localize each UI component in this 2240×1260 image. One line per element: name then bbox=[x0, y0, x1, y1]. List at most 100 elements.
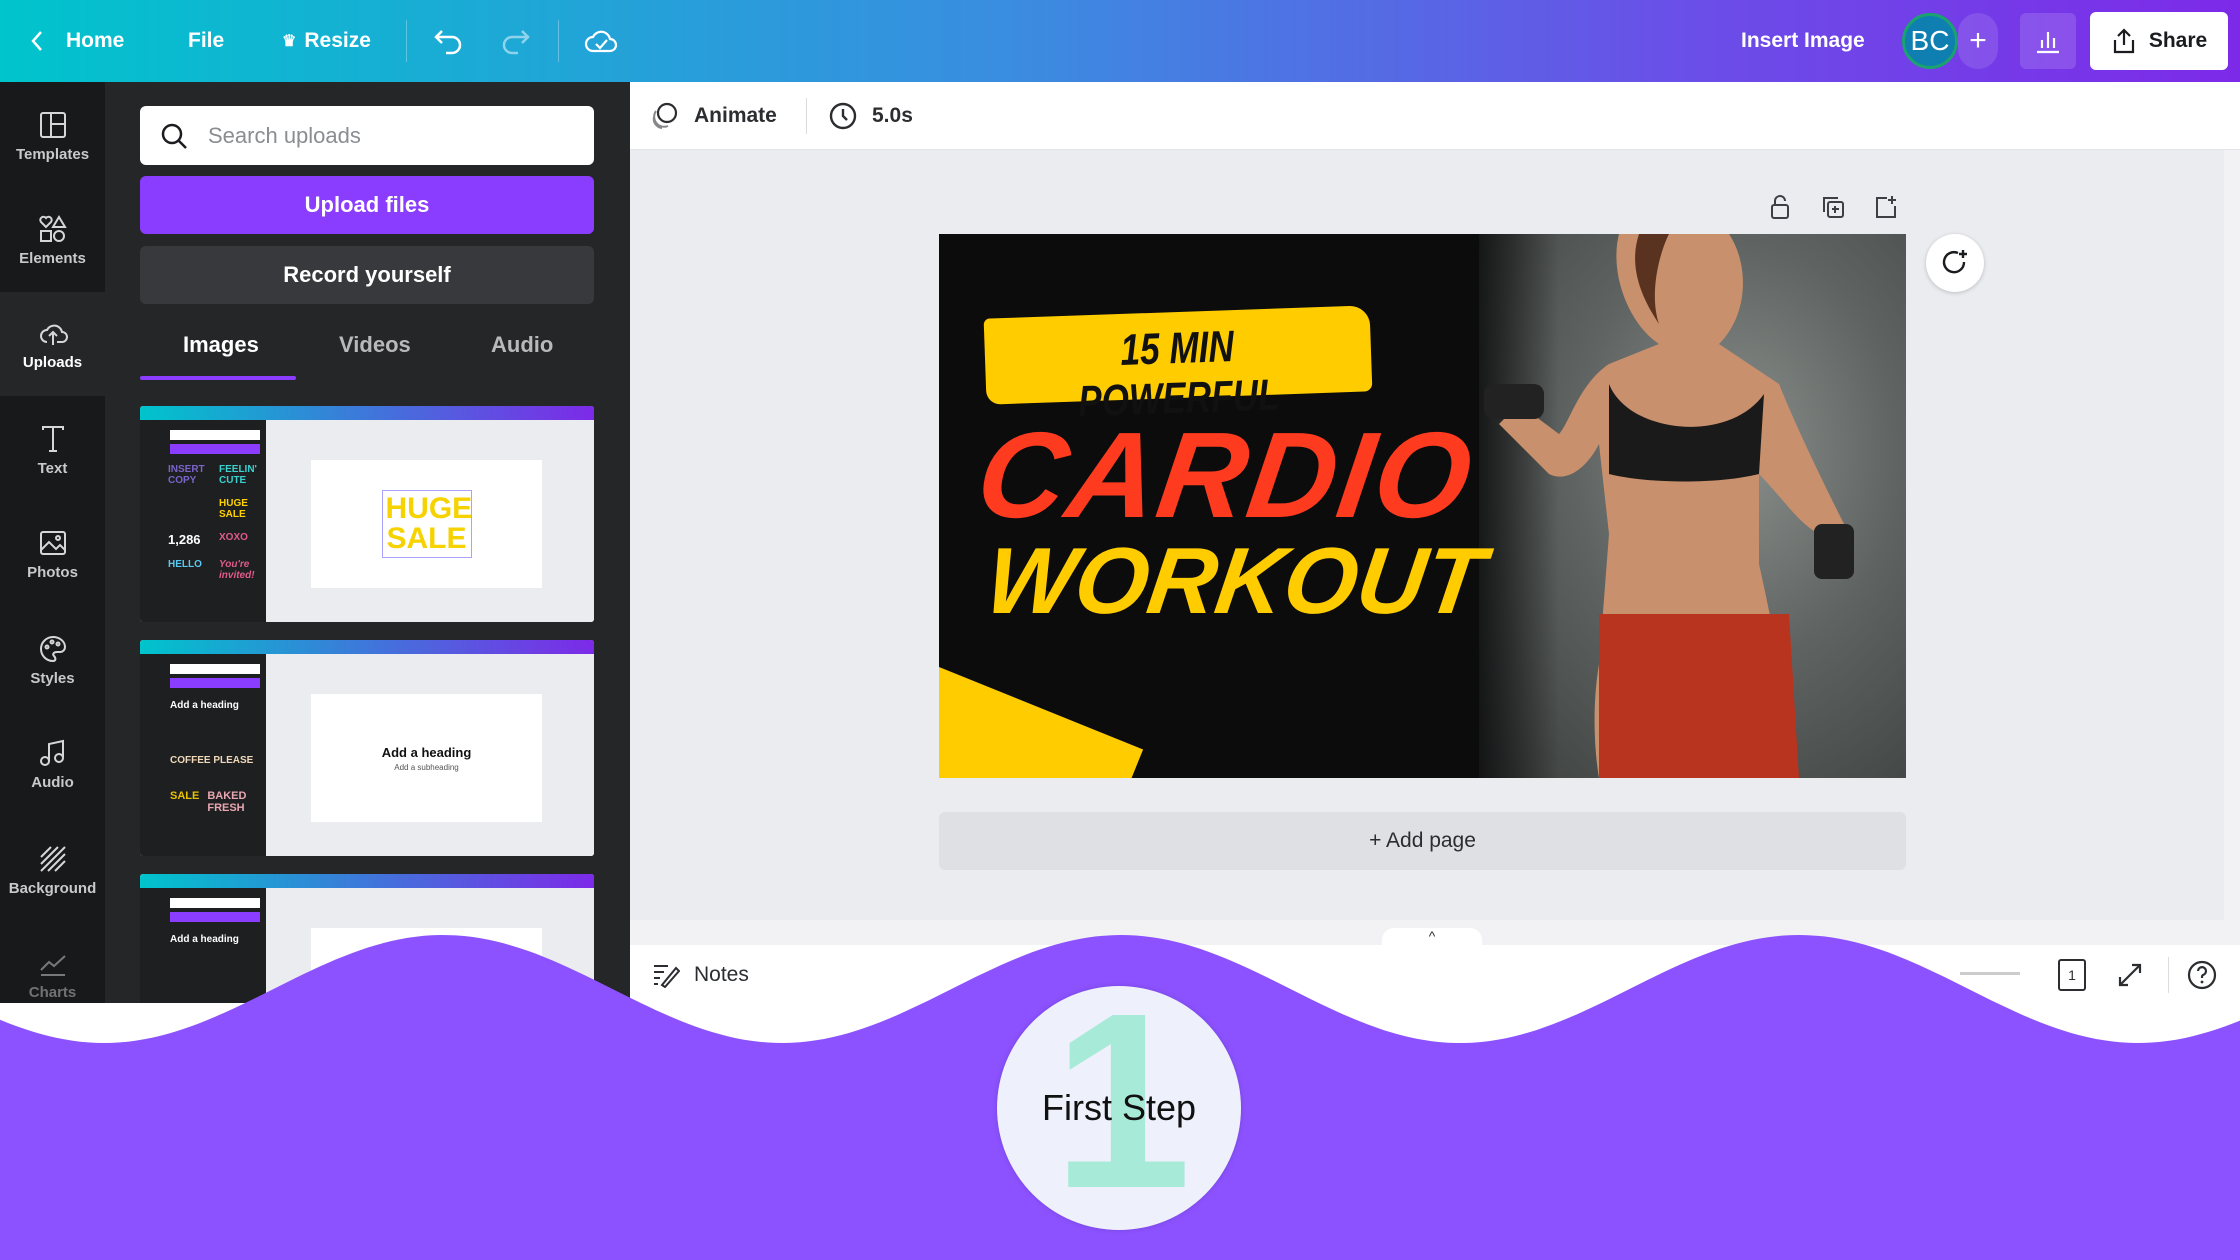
animate-button[interactable]: Animate bbox=[650, 82, 777, 150]
divider bbox=[2168, 957, 2169, 993]
sidebar-item-label: Charts bbox=[28, 983, 77, 1001]
add-collaborator-button[interactable]: + bbox=[1958, 13, 1998, 69]
thumb-text: SALE bbox=[170, 790, 200, 802]
cloud-save-button[interactable] bbox=[584, 0, 618, 82]
sidebar-item-audio[interactable]: Audio bbox=[0, 712, 105, 816]
avatar-initials: BC bbox=[1910, 25, 1950, 56]
sidebar-item-label: Audio bbox=[31, 773, 74, 791]
insights-button[interactable] bbox=[2020, 13, 2076, 69]
thumb-text: Add a heading bbox=[381, 744, 472, 760]
sidebar-item-styles[interactable]: Styles bbox=[0, 608, 105, 712]
sidebar-item-uploads[interactable]: Uploads bbox=[0, 292, 105, 396]
sidebar-item-text[interactable]: Text bbox=[0, 398, 105, 502]
sidebar-item-label: Photos bbox=[27, 563, 78, 581]
elements-icon bbox=[38, 214, 67, 242]
step-label: First Step bbox=[1041, 1087, 1197, 1128]
tab-videos[interactable]: Videos bbox=[339, 332, 411, 358]
zoom-slider[interactable] bbox=[1960, 972, 2020, 975]
music-icon bbox=[39, 739, 64, 766]
sidebar-item-elements[interactable]: Elements bbox=[0, 188, 105, 292]
avatar[interactable]: BC bbox=[1902, 13, 1958, 69]
show-pages-toggle[interactable]: ^ bbox=[1382, 928, 1482, 946]
thumb-text: COFFEE PLEASE bbox=[170, 755, 254, 766]
thumb-text: HUGE SALE bbox=[219, 498, 248, 520]
lock-icon[interactable] bbox=[1767, 194, 1793, 220]
tab-images[interactable]: Images bbox=[183, 332, 259, 358]
sidebar: Templates Elements Uploads Text Photos S… bbox=[0, 82, 105, 1003]
top-bar: Home File ♛ Resize Insert Image BC + Sha… bbox=[0, 0, 2240, 82]
sidebar-item-background[interactable]: Background bbox=[0, 818, 105, 922]
palette-icon bbox=[39, 635, 66, 662]
refresh-button[interactable] bbox=[1926, 234, 1984, 292]
sidebar-item-label: Templates bbox=[15, 145, 90, 163]
chevron-left-icon bbox=[31, 31, 42, 51]
thumb-text: Add a heading bbox=[170, 934, 239, 945]
home-label: Home bbox=[66, 29, 125, 52]
file-menu[interactable]: File bbox=[188, 0, 224, 82]
templates-icon bbox=[39, 111, 66, 138]
sidebar-item-label: Text bbox=[37, 459, 68, 477]
notes-icon bbox=[654, 965, 680, 988]
insert-image-label: Insert Image bbox=[1741, 29, 1865, 52]
help-icon[interactable] bbox=[2186, 959, 2218, 991]
tab-audio[interactable]: Audio bbox=[491, 332, 553, 358]
upload-thumbnail[interactable]: Add a heading COFFEE PLEASE SALE BAKED FR… bbox=[140, 640, 594, 856]
bottom-bar: Notes 1 bbox=[630, 945, 2240, 1005]
duplicate-icon[interactable] bbox=[1820, 194, 1846, 220]
divider bbox=[806, 98, 807, 134]
sidebar-item-label: Styles bbox=[30, 669, 75, 687]
divider bbox=[558, 20, 559, 62]
share-button[interactable]: Share bbox=[2090, 12, 2228, 70]
resize-button[interactable]: ♛ Resize bbox=[282, 0, 371, 82]
notes-button[interactable]: Notes bbox=[652, 945, 749, 1005]
redo-button[interactable] bbox=[500, 0, 532, 82]
photos-icon bbox=[39, 530, 66, 555]
sidebar-item-label: Elements bbox=[19, 249, 86, 267]
divider bbox=[406, 20, 407, 62]
sidebar-item-label: Background bbox=[8, 879, 97, 897]
upload-thumbnail[interactable]: INSERT COPY FEELIN' CUTE HUGE SALE 1,286… bbox=[140, 406, 594, 622]
uploads-panel: Search uploads Upload files Record yours… bbox=[105, 82, 630, 1003]
upload-files-button[interactable]: Upload files bbox=[140, 176, 594, 234]
thumb-text: You're invited! bbox=[219, 559, 255, 581]
chevron-up-icon: ^ bbox=[1428, 928, 1436, 944]
search-icon bbox=[161, 123, 187, 149]
duration-button[interactable]: 5.0s bbox=[828, 82, 913, 150]
thumb-text: XOXO bbox=[219, 532, 248, 543]
upload-cloud-icon bbox=[39, 324, 68, 345]
design-page[interactable]: 15 MIN POWERFUL CARDIO WORKOUT bbox=[939, 234, 1906, 778]
animate-label: Animate bbox=[694, 104, 777, 127]
page-count: 1 bbox=[2068, 967, 2076, 983]
undo-icon bbox=[434, 30, 462, 55]
redo-icon bbox=[502, 30, 530, 55]
search-placeholder: Search uploads bbox=[208, 122, 361, 148]
insert-image-button[interactable]: Insert Image bbox=[1741, 0, 1865, 82]
upload-thumbnail[interactable]: Add a heading bbox=[140, 874, 594, 1003]
record-yourself-button[interactable]: Record yourself bbox=[140, 246, 594, 304]
notes-label: Notes bbox=[694, 963, 749, 986]
animate-icon bbox=[652, 102, 678, 129]
fitness-woman-photo bbox=[1484, 234, 1854, 778]
undo-button[interactable] bbox=[432, 0, 464, 82]
add-page-icon[interactable] bbox=[1873, 194, 1899, 220]
sidebar-item-photos[interactable]: Photos bbox=[0, 502, 105, 606]
lower-white-band bbox=[0, 1003, 630, 1063]
fullscreen-icon[interactable] bbox=[2116, 961, 2144, 989]
search-input[interactable]: Search uploads bbox=[140, 106, 594, 165]
add-page-button[interactable]: + Add page bbox=[939, 812, 1906, 870]
upload-files-label: Upload files bbox=[304, 192, 430, 217]
thumb-text: HELLO bbox=[168, 559, 202, 570]
home-button[interactable]: Home bbox=[30, 0, 124, 82]
page-count-button[interactable]: 1 bbox=[2058, 959, 2086, 991]
vertical-scrollbar[interactable] bbox=[2224, 150, 2240, 945]
yellow-corner-stroke bbox=[939, 663, 1144, 778]
file-label: File bbox=[188, 29, 225, 52]
bar-chart-icon bbox=[2037, 32, 2059, 54]
design-title-cardio: CARDIO bbox=[969, 407, 1482, 543]
clock-icon bbox=[829, 102, 857, 130]
cloud-check-icon bbox=[584, 30, 618, 53]
rotate-add-icon bbox=[1942, 250, 1967, 274]
thumb-text: Add a subheading bbox=[394, 762, 459, 772]
sidebar-item-templates[interactable]: Templates bbox=[0, 84, 105, 188]
step-badge: 1 First Step bbox=[997, 986, 1241, 1230]
